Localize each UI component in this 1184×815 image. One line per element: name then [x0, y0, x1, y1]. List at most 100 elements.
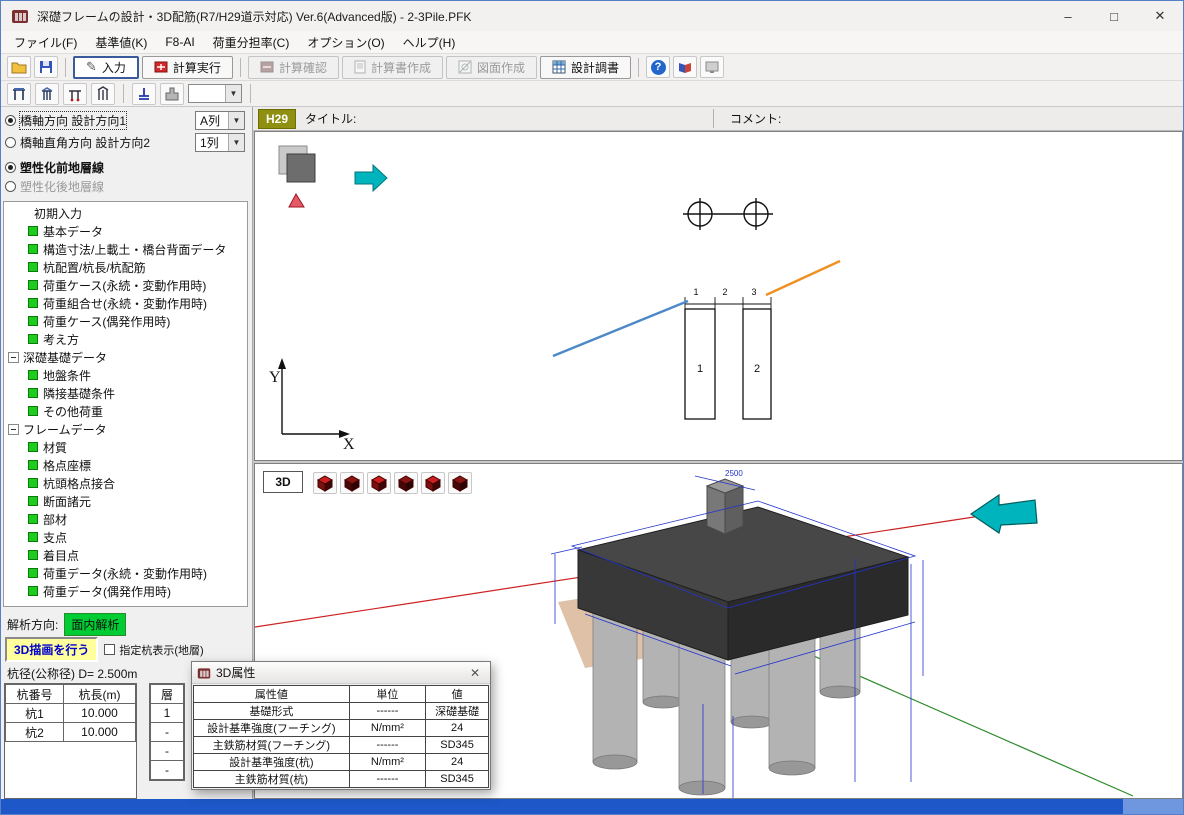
tree-item[interactable]: 荷重データ(偶発作用時): [4, 582, 247, 600]
dialog-close-icon[interactable]: ✕: [465, 666, 485, 680]
update-button[interactable]: [700, 56, 724, 78]
layer-row[interactable]: -: [151, 742, 184, 761]
help-button[interactable]: ?: [646, 56, 670, 78]
save-button[interactable]: [34, 56, 58, 78]
tree-item[interactable]: 荷重ケース(永続・変動作用時): [4, 276, 247, 294]
plan-view-canvas[interactable]: 1 2 3 1 2 Y X: [255, 132, 1182, 460]
minimize-icon[interactable]: –: [1045, 1, 1091, 31]
tree-item[interactable]: 荷重データ(永続・変動作用時): [4, 564, 247, 582]
calc-run-button[interactable]: 計算実行: [142, 56, 233, 79]
menubar: ファイル(F)基準値(K)F8-AI荷重分担率(C)オプション(O)ヘルプ(H): [1, 31, 1183, 54]
draw-3d-button[interactable]: 3D描画を行う: [5, 637, 98, 662]
tree-item[interactable]: 荷重ケース(偶発作用時): [4, 312, 247, 330]
tree-item-label: 部材: [43, 511, 67, 528]
collapse-icon[interactable]: [8, 352, 19, 363]
cube-view-button[interactable]: [448, 472, 472, 494]
open-file-button[interactable]: [7, 56, 31, 78]
tree-item-label: 格点座標: [43, 457, 91, 474]
status-square-icon: [28, 406, 38, 416]
h29-tab[interactable]: H29: [258, 109, 296, 129]
layer-row[interactable]: -: [151, 761, 184, 780]
direction2-radio[interactable]: [5, 137, 16, 148]
foundation-view-button[interactable]: [91, 83, 115, 105]
tree-item[interactable]: 荷重組合せ(永続・変動作用時): [4, 294, 247, 312]
tree-item[interactable]: 初期入力: [4, 204, 247, 222]
support-view-button[interactable]: [132, 83, 156, 105]
input-button[interactable]: ✎ 入力: [73, 56, 139, 79]
tree-item[interactable]: 深礎基礎データ: [4, 348, 247, 366]
dialog-cell: SD345: [426, 737, 489, 754]
stamp-view-button[interactable]: [160, 83, 184, 105]
menu-item[interactable]: F8-AI: [156, 32, 203, 52]
layer-table-body: 1---: [151, 704, 184, 780]
tree-item[interactable]: 構造寸法/上載土・橋台背面データ: [4, 240, 247, 258]
cube-view-button[interactable]: [421, 472, 445, 494]
resize-grip[interactable]: [1123, 799, 1183, 814]
layer-row[interactable]: 1: [151, 704, 184, 723]
tree-item[interactable]: 地盤条件: [4, 366, 247, 384]
table-cell: 10.000: [64, 704, 136, 723]
cube-view-button[interactable]: [313, 472, 337, 494]
tree-item[interactable]: その他荷重: [4, 402, 247, 420]
cube-view-button[interactable]: [340, 472, 364, 494]
statusbar: [1, 799, 1183, 814]
dialog-title: 3D属性: [216, 664, 255, 681]
report-create-button[interactable]: 計算書作成: [342, 56, 443, 79]
scale-combobox[interactable]: ▼: [188, 84, 242, 103]
row-select-a[interactable]: A列 ▼: [195, 111, 245, 130]
tree-item[interactable]: フレームデータ: [4, 420, 247, 438]
view-direction-arrow-icon: [971, 495, 1037, 533]
frame-view-button[interactable]: [35, 83, 59, 105]
row-select-1[interactable]: 1列 ▼: [195, 133, 245, 152]
drawing-create-button[interactable]: 図面作成: [446, 56, 537, 79]
strata-before-radio[interactable]: [5, 162, 16, 173]
status-square-icon: [28, 478, 38, 488]
calc-run-icon: [154, 60, 168, 74]
cube-view-button[interactable]: [367, 472, 391, 494]
tree-item[interactable]: 材質: [4, 438, 247, 456]
direction1-radio[interactable]: [5, 115, 16, 126]
tree-item[interactable]: 隣接基礎条件: [4, 384, 247, 402]
design-doc-button[interactable]: 設計調書: [540, 56, 631, 79]
cube-view-button[interactable]: [394, 472, 418, 494]
table-row[interactable]: 杭110.000: [6, 704, 136, 723]
dialog-titlebar[interactable]: 3D属性 ✕: [192, 662, 490, 684]
table-row[interactable]: 杭210.000: [6, 723, 136, 742]
collapse-icon[interactable]: [8, 424, 19, 435]
tree-item[interactable]: 着目点: [4, 546, 247, 564]
dialog-app-icon: [197, 666, 211, 680]
close-icon[interactable]: ✕: [1137, 1, 1183, 31]
dialog-cell: 24: [426, 754, 489, 771]
manual-button[interactable]: [673, 56, 697, 78]
folder-icon: [11, 60, 27, 74]
tree-item[interactable]: 杭配置/杭長/杭配筋: [4, 258, 247, 276]
menu-item[interactable]: 荷重分担率(C): [204, 31, 299, 54]
cube-icon: [451, 474, 469, 492]
menu-item[interactable]: オプション(O): [298, 31, 393, 54]
view-3d-button[interactable]: 3D: [263, 471, 303, 493]
layer-row[interactable]: -: [151, 723, 184, 742]
tree-item[interactable]: 支点: [4, 528, 247, 546]
pier-frame-view-button[interactable]: [7, 83, 31, 105]
cube-toolbar: [313, 472, 472, 494]
tree-item[interactable]: 基本データ: [4, 222, 247, 240]
tree-item[interactable]: 部材: [4, 510, 247, 528]
toolbar-separator: [123, 84, 124, 103]
tree-item[interactable]: 断面諸元: [4, 492, 247, 510]
pile-display-checkbox[interactable]: [104, 644, 115, 655]
titlebar: 深礎フレームの設計・3D配筋(R7/H29道示対応) Ver.6(Advance…: [1, 1, 1183, 31]
tree-item[interactable]: 杭頭格点接合: [4, 474, 247, 492]
calc-check-button[interactable]: 計算確認: [248, 56, 339, 79]
maximize-icon[interactable]: □: [1091, 1, 1137, 31]
tree-item[interactable]: 考え方: [4, 330, 247, 348]
plan-view-panel[interactable]: 1 2 3 1 2 Y X: [254, 131, 1183, 461]
pile-frame-view-button[interactable]: [63, 83, 87, 105]
tree-item-label: 荷重ケース(偶発作用時): [43, 313, 170, 330]
menu-item[interactable]: ヘルプ(H): [394, 31, 465, 54]
menu-item[interactable]: ファイル(F): [5, 31, 86, 54]
menu-item[interactable]: 基準値(K): [86, 31, 156, 54]
tree-item[interactable]: 格点座標: [4, 456, 247, 474]
pile-2-label: 2: [754, 363, 760, 375]
status-square-icon: [28, 316, 38, 326]
strata-after-radio[interactable]: [5, 181, 16, 192]
